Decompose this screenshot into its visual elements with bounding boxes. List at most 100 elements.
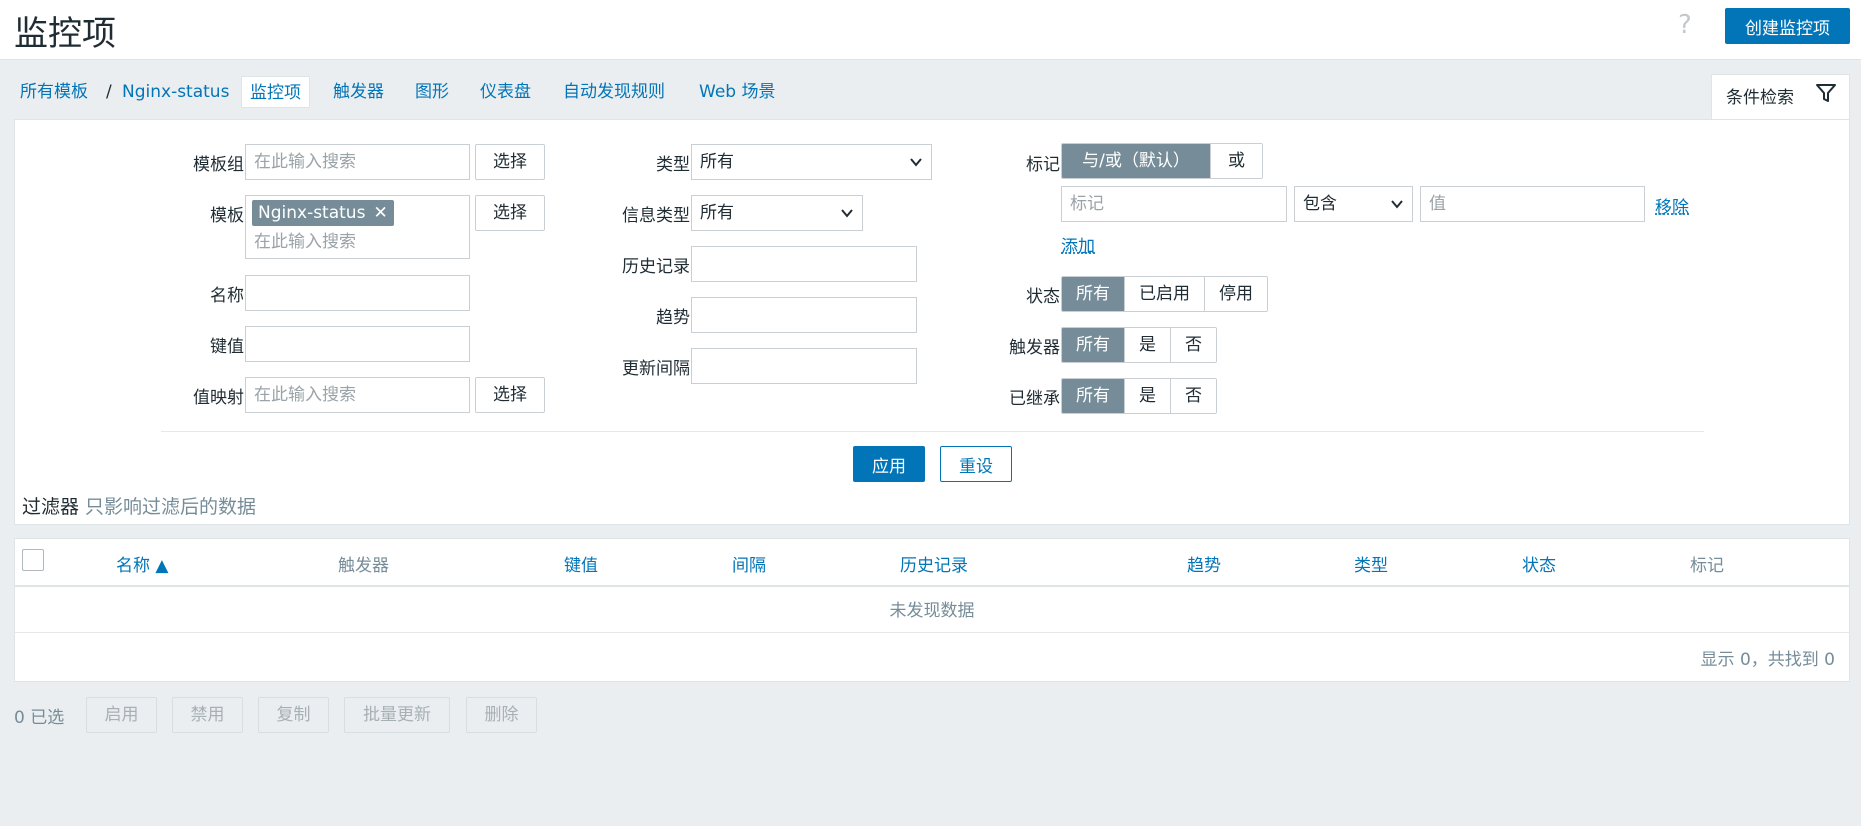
help-icon[interactable]: ?: [1678, 10, 1692, 40]
chevron-down-icon: [910, 158, 922, 167]
key-input[interactable]: [245, 326, 470, 362]
apply-button[interactable]: 应用: [853, 446, 925, 482]
create-item-button[interactable]: 创建监控项: [1725, 8, 1850, 44]
tag-value-input[interactable]: 值: [1420, 186, 1645, 222]
filter-toggle-tab[interactable]: 条件检索: [1711, 74, 1850, 120]
trends-input[interactable]: [691, 297, 917, 333]
state-disabled[interactable]: 停用: [1204, 277, 1267, 311]
tab-web-scenarios[interactable]: Web 场景: [699, 76, 775, 108]
state-toggle: 所有 已启用 停用: [1061, 276, 1268, 312]
trends-label: 趋势: [656, 308, 690, 328]
tab-items[interactable]: 监控项: [241, 76, 310, 108]
column-history[interactable]: 历史记录: [900, 551, 968, 576]
filter-panel: 模板组 在此输入搜索 选择 模板 Nginx-status ✕ 在此输入搜索 选择…: [14, 119, 1850, 525]
delete-button[interactable]: 删除: [466, 697, 537, 733]
breadcrumb-template[interactable]: Nginx-status: [122, 76, 229, 108]
inherited-yes[interactable]: 是: [1124, 379, 1170, 413]
inherited-all[interactable]: 所有: [1062, 379, 1124, 413]
state-label: 状态: [1026, 287, 1060, 307]
filter-note: 过滤器 只影响过滤后的数据: [22, 492, 256, 519]
filter-icon: [1816, 84, 1836, 102]
name-label: 名称: [210, 286, 244, 306]
column-tags: 标记: [1690, 556, 1724, 576]
with-triggers-yes[interactable]: 是: [1124, 328, 1170, 362]
template-multiselect[interactable]: Nginx-status ✕ 在此输入搜索: [245, 195, 470, 259]
inherited-label: 已继承: [1009, 389, 1060, 409]
chevron-down-icon: [841, 209, 853, 218]
with-triggers-all[interactable]: 所有: [1062, 328, 1124, 362]
tab-graphs[interactable]: 图形: [415, 76, 449, 108]
filter-divider: [161, 431, 1704, 432]
breadcrumb-all-templates[interactable]: 所有模板: [20, 76, 88, 108]
tab-discovery-rules[interactable]: 自动发现规则: [563, 76, 665, 108]
state-enabled[interactable]: 已启用: [1124, 277, 1204, 311]
info-type-select-value: 所有: [700, 203, 734, 223]
tag-remove-link[interactable]: 移除: [1655, 193, 1689, 218]
key-label: 键值: [210, 337, 244, 357]
with-triggers-label: 触发器: [1009, 338, 1060, 358]
select-all-checkbox[interactable]: [22, 549, 44, 571]
page-title: 监控项: [14, 14, 116, 54]
column-status[interactable]: 状态: [1522, 551, 1556, 576]
interval-label: 更新间隔: [622, 359, 690, 379]
type-select-value: 所有: [700, 152, 734, 172]
column-triggers: 触发器: [338, 556, 389, 576]
chevron-down-icon: [1391, 200, 1403, 209]
value-map-select-button[interactable]: 选择: [475, 377, 545, 413]
breadcrumb-separator: /: [106, 82, 112, 102]
selected-count: 0 已选: [14, 708, 65, 728]
inherited-toggle: 所有 是 否: [1061, 378, 1217, 414]
tags-op-and-or[interactable]: 与/或（默认）: [1062, 144, 1210, 178]
template-group-label: 模板组: [193, 155, 244, 175]
mass-update-button[interactable]: 批量更新: [344, 697, 450, 733]
state-all[interactable]: 所有: [1062, 277, 1124, 311]
name-input[interactable]: [245, 275, 470, 311]
enable-button[interactable]: 启用: [86, 697, 157, 733]
reset-button[interactable]: 重设: [940, 446, 1012, 482]
copy-button[interactable]: 复制: [258, 697, 329, 733]
info-type-select[interactable]: 所有: [691, 195, 863, 231]
empty-table-row: 未发现数据: [15, 589, 1849, 633]
page-header: 监控项 ? 创建监控项: [0, 0, 1861, 60]
filter-note-text: 只影响过滤后的数据: [85, 496, 257, 518]
template-group-select-button[interactable]: 选择: [475, 144, 545, 180]
template-group-input[interactable]: 在此输入搜索: [245, 144, 470, 180]
tags-label: 标记: [1026, 155, 1060, 175]
column-key[interactable]: 键值: [564, 551, 598, 576]
tags-op-or[interactable]: 或: [1210, 144, 1262, 178]
filter-note-title: 过滤器: [22, 496, 80, 518]
tag-operator-select[interactable]: 包含: [1294, 186, 1413, 222]
tag-operator-value: 包含: [1303, 194, 1337, 214]
disable-button[interactable]: 禁用: [172, 697, 243, 733]
result-count: 显示 0，共找到 0: [1700, 650, 1835, 670]
items-table: 名称 ▲ 触发器 键值 间隔 历史记录 趋势 类型 状态 标记 未发现数据 显示…: [14, 538, 1850, 682]
chip-close-icon[interactable]: ✕: [373, 203, 387, 223]
value-map-label: 值映射: [193, 388, 244, 408]
column-name[interactable]: 名称 ▲: [116, 551, 168, 576]
column-trends[interactable]: 趋势: [1187, 551, 1221, 576]
with-triggers-no[interactable]: 否: [1170, 328, 1216, 362]
tags-operator-toggle: 与/或（默认） 或: [1061, 143, 1263, 179]
interval-input[interactable]: [691, 348, 917, 384]
tag-name-input[interactable]: 标记: [1061, 186, 1287, 222]
template-select-button[interactable]: 选择: [475, 195, 545, 231]
type-label: 类型: [656, 155, 690, 175]
info-type-label: 信息类型: [622, 206, 690, 226]
history-label: 历史记录: [622, 257, 690, 277]
tab-triggers[interactable]: 触发器: [333, 76, 384, 108]
history-input[interactable]: [691, 246, 917, 282]
template-label: 模板: [210, 206, 244, 226]
inherited-no[interactable]: 否: [1170, 379, 1216, 413]
with-triggers-toggle: 所有 是 否: [1061, 327, 1217, 363]
column-interval[interactable]: 间隔: [732, 551, 766, 576]
value-map-input[interactable]: 在此输入搜索: [245, 377, 470, 413]
template-chip-label: Nginx-status: [258, 203, 366, 223]
table-header: 名称 ▲ 触发器 键值 间隔 历史记录 趋势 类型 状态 标记: [15, 539, 1849, 587]
type-select[interactable]: 所有: [691, 144, 932, 180]
tag-add-link[interactable]: 添加: [1061, 232, 1095, 257]
tab-dashboards[interactable]: 仪表盘: [480, 76, 531, 108]
filter-tab-label: 条件检索: [1726, 88, 1794, 108]
column-type[interactable]: 类型: [1354, 551, 1388, 576]
template-chip: Nginx-status ✕: [252, 200, 394, 226]
template-search-placeholder: 在此输入搜索: [254, 232, 356, 252]
